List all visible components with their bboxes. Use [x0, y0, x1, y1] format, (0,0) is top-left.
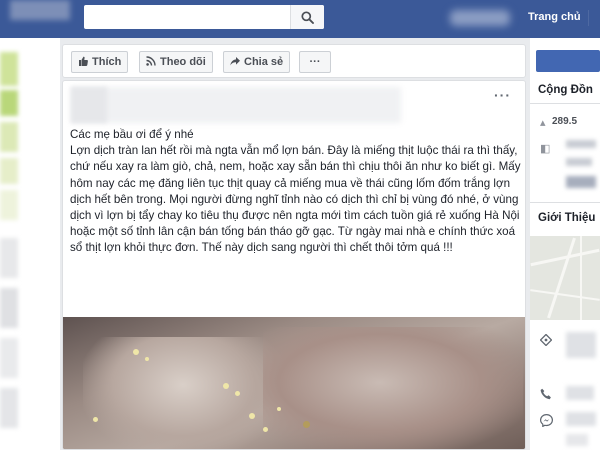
- blurred-post-header: [71, 87, 401, 123]
- rss-icon: [146, 55, 156, 69]
- blurred-block: [0, 288, 18, 328]
- divider: [530, 202, 600, 203]
- like-label: Thích: [92, 56, 122, 68]
- share-button[interactable]: Chia sẻ: [223, 51, 291, 73]
- phone-icon: [540, 388, 552, 403]
- post-card: ··· Các mẹ bầu ơi để ý nhé Lợn dịch tràn…: [62, 80, 526, 450]
- share-arrow-icon: [230, 56, 240, 69]
- location-pin-icon: [539, 333, 553, 349]
- blurred-phone: [566, 386, 594, 400]
- post-options-button[interactable]: ···: [494, 87, 511, 103]
- people-icon: ▴: [540, 117, 546, 129]
- blurred-block: [0, 238, 18, 278]
- blurred-text: [566, 140, 596, 148]
- blurred-avatars: [566, 176, 596, 188]
- top-divider: [588, 10, 589, 26]
- about-title: Giới Thiệu: [538, 212, 596, 224]
- follow-button[interactable]: Theo dõi: [139, 51, 213, 73]
- blurred-block: [0, 122, 18, 152]
- blurred-text: [566, 158, 592, 166]
- page-action-bar: Thích Theo dõi Chia sẻ ···: [62, 44, 526, 78]
- left-sidebar: [0, 38, 60, 450]
- blurred-block: [0, 338, 18, 378]
- follow-count-icon: ◧: [540, 143, 551, 155]
- messenger-icon: [539, 413, 554, 430]
- search-button[interactable]: [290, 5, 324, 29]
- divider: [530, 103, 600, 104]
- blurred-block: [0, 90, 18, 116]
- blurred-block: [0, 158, 18, 184]
- more-label: ···: [309, 56, 321, 68]
- post-body: Các mẹ bầu ơi để ý nhé Lợn dịch tràn lan…: [70, 127, 522, 257]
- thumbs-up-icon: [78, 56, 88, 69]
- post-paragraph: Lợn dịch tràn lan hết rồi mà ngta vẫn mổ…: [70, 144, 521, 255]
- blurred-text: [566, 434, 588, 446]
- follow-label: Theo dõi: [160, 56, 206, 68]
- blurred-block: [0, 52, 18, 86]
- post-paragraph: Các mẹ bầu ơi để ý nhé: [70, 128, 194, 141]
- blurred-address: [566, 332, 596, 358]
- blurred-block: [0, 190, 18, 220]
- community-title: Cộng Đồn: [538, 84, 593, 96]
- home-link[interactable]: Trang chủ: [528, 11, 581, 23]
- search-icon: [301, 10, 314, 24]
- blue-action-button[interactable]: [536, 50, 600, 72]
- like-button[interactable]: Thích: [71, 51, 129, 73]
- blurred-logo: [0, 0, 84, 38]
- location-map[interactable]: [530, 236, 600, 320]
- community-count: 289.5: [552, 116, 578, 127]
- search-input[interactable]: [84, 5, 324, 29]
- blurred-block: [0, 388, 18, 428]
- share-label: Chia sẻ: [244, 56, 284, 68]
- post-photo[interactable]: [63, 317, 525, 449]
- blurred-messenger: [566, 412, 596, 426]
- blurred-profile-name[interactable]: [450, 10, 510, 26]
- more-options-button[interactable]: ···: [299, 51, 331, 73]
- blurred-avatar: [71, 87, 107, 123]
